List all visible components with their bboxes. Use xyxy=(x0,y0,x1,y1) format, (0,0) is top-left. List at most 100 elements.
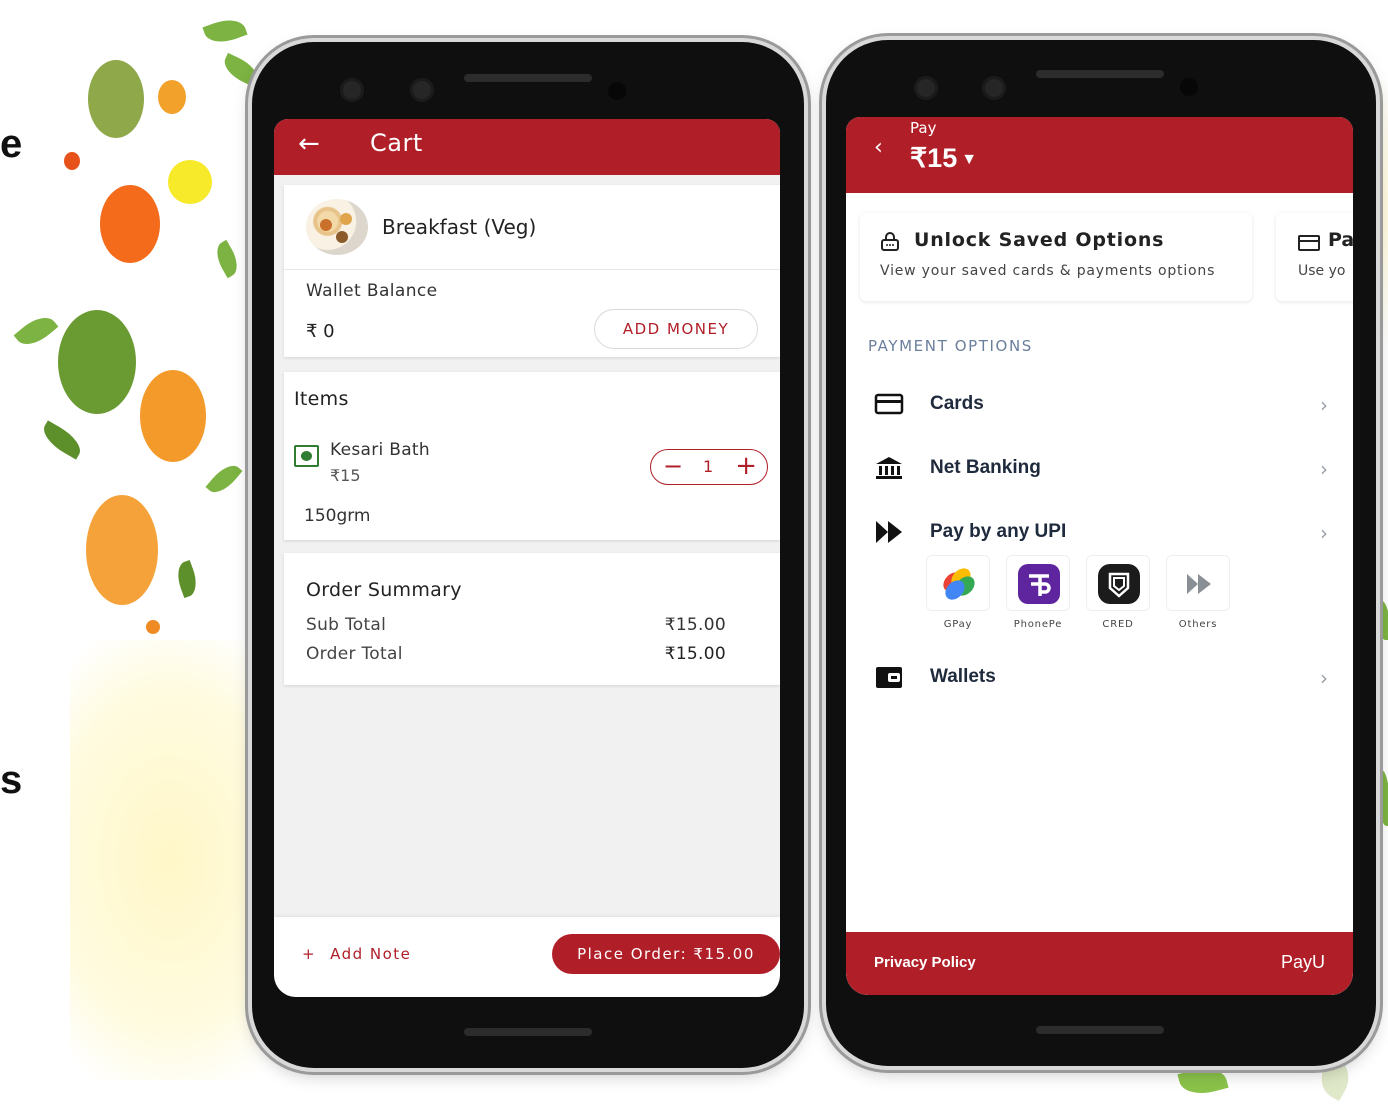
sub-total-row: Sub Total ₹15.00 xyxy=(306,615,726,635)
saved-options-subtitle: View your saved cards & payments options xyxy=(880,263,1216,279)
phone-cart: ← Cart Breakfast (Veg) Wallet Balance ₹ … xyxy=(252,42,804,1068)
chevron-right-icon: › xyxy=(1320,666,1328,690)
caret-down-icon: ▼ xyxy=(961,151,978,168)
back-arrow-icon[interactable]: ← xyxy=(298,129,320,159)
quantity-stepper: − 1 + xyxy=(650,449,768,485)
meal-card: Breakfast (Veg) Wallet Balance ₹ 0 ADD M… xyxy=(284,185,780,357)
fruit-decoration xyxy=(140,370,206,462)
upi-app-gpay[interactable]: GPay xyxy=(926,555,990,630)
order-summary-heading: Order Summary xyxy=(306,579,462,601)
leaf-decoration xyxy=(172,559,202,599)
card-icon xyxy=(1298,235,1320,251)
lock-icon xyxy=(881,232,899,251)
upi-icon xyxy=(876,521,902,543)
order-total-row: Order Total ₹15.00 xyxy=(306,644,726,664)
divider xyxy=(284,269,780,270)
upi-app-list: GPay PhonePe CRED Others xyxy=(926,555,1246,635)
chevron-right-icon: › xyxy=(1320,393,1328,417)
earpiece-speaker xyxy=(464,74,592,82)
privacy-policy-link[interactable]: Privacy Policy xyxy=(874,954,976,971)
option-net-banking[interactable]: Net Banking › xyxy=(868,449,1328,489)
fruit-decoration xyxy=(100,185,160,263)
leaf-decoration xyxy=(1376,600,1388,640)
upi-app-name: GPay xyxy=(943,619,973,630)
card-icon xyxy=(874,393,904,415)
option-wallets[interactable]: Wallets › xyxy=(868,658,1328,698)
payment-app-bar: ‹ Pay ₹15 ▼ xyxy=(846,117,1353,193)
payment-options-heading: PAYMENT OPTIONS xyxy=(868,337,1033,355)
items-heading: Items xyxy=(294,388,349,410)
pay-amount-value: ₹15 xyxy=(910,143,958,173)
payu-logo: PayU xyxy=(1280,952,1325,972)
plus-icon: + xyxy=(302,945,317,963)
fruit-decoration xyxy=(146,620,160,634)
veg-indicator-icon xyxy=(294,445,319,467)
add-money-button[interactable]: ADD MONEY xyxy=(594,309,758,349)
front-camera xyxy=(982,76,1006,100)
second-saved-card[interactable]: Pa Use yo xyxy=(1276,213,1353,301)
sub-total-value: ₹15.00 xyxy=(664,615,726,635)
leaf-decoration xyxy=(205,459,243,499)
items-card: Items Kesari Bath ₹15 150grm − 1 + xyxy=(284,372,780,540)
wallet-icon xyxy=(876,667,902,688)
fruit-decoration xyxy=(88,60,144,138)
place-order-button[interactable]: Place Order: ₹15.00 xyxy=(552,934,780,974)
cred-icon xyxy=(1086,555,1150,611)
add-note-button[interactable]: + Add Note xyxy=(302,945,411,963)
bottom-speaker xyxy=(464,1028,592,1036)
pay-label: Pay xyxy=(910,119,937,137)
pay-amount[interactable]: ₹15 ▼ xyxy=(910,143,977,174)
fruit-decoration xyxy=(58,310,136,414)
bottom-speaker xyxy=(1036,1026,1164,1034)
order-total-label: Order Total xyxy=(306,644,403,664)
bank-icon xyxy=(876,457,902,479)
item-price: ₹15 xyxy=(330,466,361,485)
second-card-title: Pa xyxy=(1328,229,1353,251)
add-note-label: Add Note xyxy=(330,945,412,963)
fruit-decoration xyxy=(168,160,212,204)
order-summary-card: Order Summary Sub Total ₹15.00 Order Tot… xyxy=(284,553,780,685)
second-card-subtitle: Use yo xyxy=(1298,263,1346,279)
proximity-sensor xyxy=(1180,78,1198,96)
payment-footer: Privacy Policy PayU xyxy=(846,932,1353,995)
meal-title: Breakfast (Veg) xyxy=(382,215,537,239)
others-icon xyxy=(1166,555,1230,611)
front-camera xyxy=(340,78,364,102)
front-camera xyxy=(914,76,938,100)
side-text-bottom: s xyxy=(0,758,23,802)
upi-app-name: CRED xyxy=(1102,619,1134,630)
upi-app-phonepe[interactable]: PhonePe xyxy=(1006,555,1070,630)
fruit-decoration xyxy=(86,495,158,605)
cart-app-bar: ← Cart xyxy=(274,119,780,175)
leaf-decoration xyxy=(202,13,248,49)
wallet-balance-label: Wallet Balance xyxy=(306,281,438,301)
saved-options-title: Unlock Saved Options xyxy=(914,229,1165,251)
item-name: Kesari Bath xyxy=(330,440,430,460)
proximity-sensor xyxy=(608,82,626,100)
earpiece-speaker xyxy=(1036,70,1164,78)
upi-app-name: PhonePe xyxy=(1013,619,1063,630)
front-camera xyxy=(410,78,434,102)
option-label: Cards xyxy=(930,393,984,414)
quantity-value: 1 xyxy=(703,457,714,476)
decrease-quantity-button[interactable]: − xyxy=(663,452,683,480)
sub-total-label: Sub Total xyxy=(306,615,387,635)
upi-app-name: Others xyxy=(1178,619,1218,630)
unlock-saved-options-card[interactable]: Unlock Saved Options View your saved car… xyxy=(860,213,1252,301)
increase-quantity-button[interactable]: + xyxy=(735,451,757,481)
cart-bottom-bar: + Add Note Place Order: ₹15.00 xyxy=(274,917,780,997)
phonepe-icon xyxy=(1006,555,1070,611)
leaf-decoration xyxy=(1177,1062,1229,1100)
upi-app-others[interactable]: Others xyxy=(1166,555,1230,630)
item-weight: 150grm xyxy=(304,506,371,526)
fruit-decoration xyxy=(158,80,186,114)
fruit-decoration xyxy=(64,152,80,170)
upi-app-cred[interactable]: CRED xyxy=(1086,555,1150,630)
leaf-decoration xyxy=(37,420,87,460)
option-cards[interactable]: Cards › xyxy=(868,385,1328,425)
chevron-left-icon[interactable]: ‹ xyxy=(874,135,883,160)
option-upi[interactable]: Pay by any UPI › xyxy=(868,513,1328,553)
leaf-decoration xyxy=(1378,770,1388,826)
wallet-balance-value: ₹ 0 xyxy=(306,321,335,342)
leaf-decoration xyxy=(210,239,244,279)
